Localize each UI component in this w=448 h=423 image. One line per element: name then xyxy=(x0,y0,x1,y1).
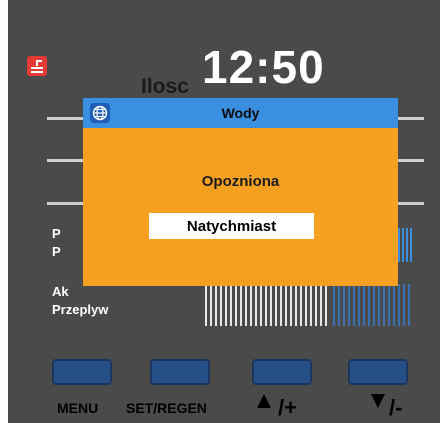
app-logo-icon xyxy=(27,56,47,76)
flow-bars-white xyxy=(205,284,327,326)
option-natychmiast-label: Natychmiast xyxy=(186,218,277,235)
up-plus-label: /+ xyxy=(278,395,297,420)
label-row4: Przeplyw xyxy=(52,302,109,317)
option-opozniona[interactable]: Opozniona xyxy=(83,173,398,190)
clock-time: 12:50 xyxy=(202,41,325,93)
flow-bars-blue xyxy=(333,284,410,326)
triangle-down-icon xyxy=(371,394,385,408)
divider-left-1 xyxy=(47,117,87,120)
label-row2: P xyxy=(52,244,61,259)
up-plus-button[interactable] xyxy=(252,359,312,385)
dialog-title-bar: Wody xyxy=(83,98,398,128)
section-label: Ilosc xyxy=(141,75,189,98)
menu-label: MENU xyxy=(57,400,99,416)
set-regen-label: SET/REGEN xyxy=(126,400,207,416)
divider-left-3 xyxy=(47,202,87,205)
divider-left-2 xyxy=(47,159,87,162)
divider-right-1 xyxy=(398,117,424,120)
set-regen-button[interactable] xyxy=(150,359,210,385)
down-minus-label: /- xyxy=(389,395,403,420)
divider-right-2 xyxy=(398,159,424,162)
label-row1: P xyxy=(52,226,61,241)
label-row3: Ak xyxy=(52,284,69,299)
divider-right-3 xyxy=(398,202,424,205)
level-bars-right xyxy=(398,228,412,262)
option-natychmiast-selected[interactable]: Natychmiast xyxy=(149,213,314,239)
menu-button[interactable] xyxy=(52,359,112,385)
down-minus-button[interactable] xyxy=(348,359,408,385)
selection-dialog: Wody Opozniona Natychmiast xyxy=(83,98,398,286)
dialog-title: Wody xyxy=(221,105,260,121)
triangle-up-icon xyxy=(257,394,271,408)
